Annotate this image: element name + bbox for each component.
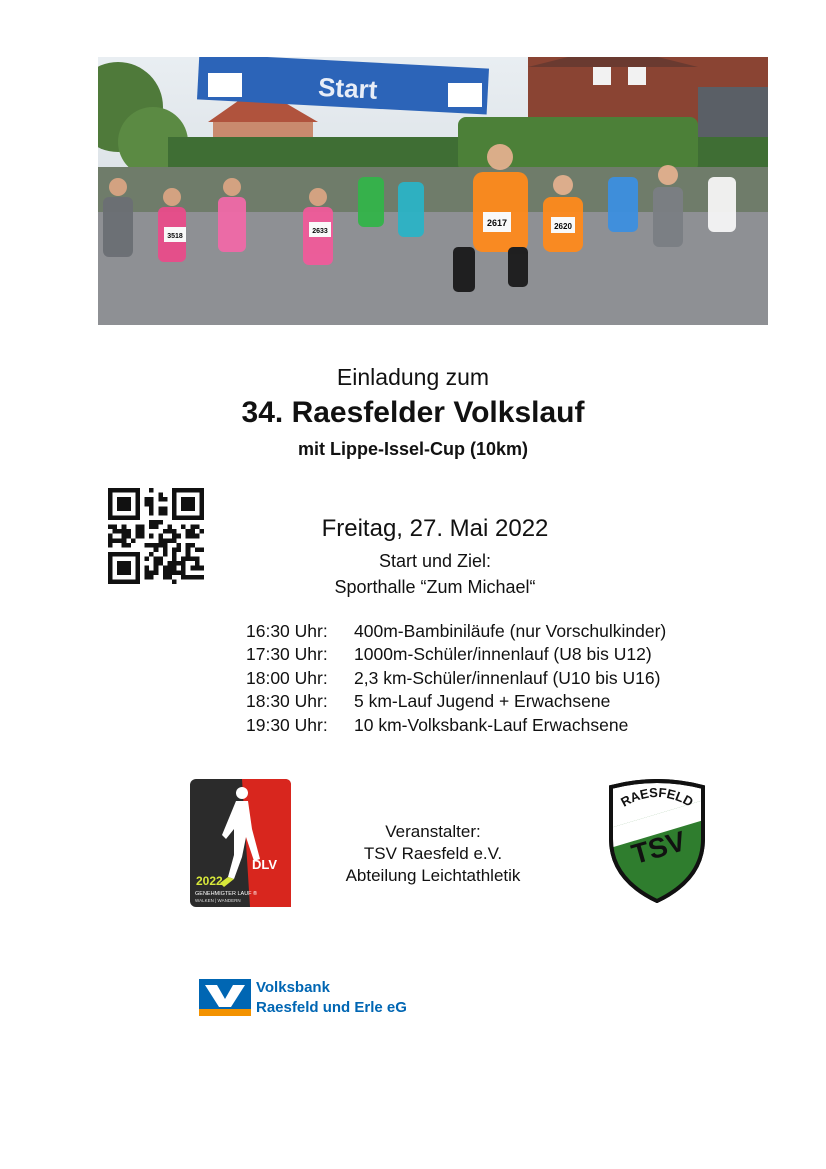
qr-code[interactable] [108, 488, 204, 584]
dlv-approved-run-logo: 2022 DLV GENEHMIGTER LAUF ® WALKEN | WAN… [190, 779, 291, 907]
schedule-row: 18:30 Uhr: 5 km-Lauf Jugend + Erwachsene [246, 690, 666, 713]
schedule-time: 18:30 Uhr: [246, 691, 328, 712]
schedule-time: 17:30 Uhr: [246, 644, 328, 665]
dlv-line1: GENEHMIGTER LAUF ® [195, 890, 257, 897]
schedule-row: 18:00 Uhr: 2,3 km-Schüler/innenlauf (U10 … [246, 667, 666, 690]
bib-number: 3518 [167, 233, 183, 240]
dlv-line2: WALKEN | WANDERN [195, 898, 241, 903]
organizer-department: Abteilung Leichtathletik [345, 866, 521, 885]
volksbank-logo-icon [199, 979, 251, 1016]
tsv-raesfeld-crest: RAESFELD TSV [607, 779, 707, 904]
schedule-race: 400m-Bambiniläufe (nur Vorschulkinder) [354, 621, 667, 641]
schedule-race: 2,3 km-Schüler/innenlauf (U10 bis U16) [354, 667, 661, 688]
bib-number: 2617 [487, 218, 507, 228]
schedule-time: 19:30 Uhr: [246, 714, 328, 735]
invitation-text: Einladung zum [336, 364, 490, 390]
race-schedule: 16:30 Uhr: 400m-Bambiniläufe (nur Vorschu… [246, 620, 666, 737]
schedule-row: 16:30 Uhr: 400m-Bambiniläufe (nur Vorschu… [246, 620, 666, 643]
hero-photo: Start 2617 2620 2633 3518 [98, 57, 768, 325]
sponsor-line2: Raesfeld und Erle eG [256, 999, 407, 1016]
dlv-year: 2022 [196, 874, 223, 888]
schedule-time: 18:00 Uhr: [246, 667, 328, 688]
schedule-race: 1000m-Schüler/innenlauf (U8 bis U12) [354, 644, 652, 665]
schedule-row: 17:30 Uhr: 1000m-Schüler/innenlauf (U8 bi… [246, 643, 666, 666]
bib-number: 2620 [554, 222, 572, 231]
start-finish-label: Start und Ziel: [378, 551, 492, 571]
banner-start-text: Start [317, 72, 378, 105]
organizer-block: Veranstalter: TSV Raesfeld e.V. Abteilun… [300, 821, 566, 887]
sponsor-line1: Volksbank [256, 979, 330, 996]
schedule-row: 19:30 Uhr: 10 km-Volksbank-Lauf Erwachsen… [246, 714, 666, 737]
bib-number: 2633 [312, 228, 328, 235]
sponsor-name: Volksbank Raesfeld und Erle eG [256, 978, 407, 1018]
schedule-race: 10 km-Volksbank-Lauf Erwachsene [354, 714, 629, 735]
dlv-brand: DLV [252, 857, 277, 872]
venue: Sporthalle “Zum Michael“ [334, 577, 536, 597]
event-subtitle: mit Lippe-Issel-Cup (10km) [297, 439, 529, 459]
organizer-label: Veranstalter: [385, 822, 481, 841]
schedule-race: 5 km-Lauf Jugend + Erwachsene [354, 691, 611, 712]
event-title: 34. Raesfelder Volkslauf [241, 396, 585, 429]
event-date: Freitag, 27. Mai 2022 [321, 515, 549, 542]
organizer-club: TSV Raesfeld e.V. [363, 844, 503, 863]
schedule-time: 16:30 Uhr: [246, 621, 328, 641]
